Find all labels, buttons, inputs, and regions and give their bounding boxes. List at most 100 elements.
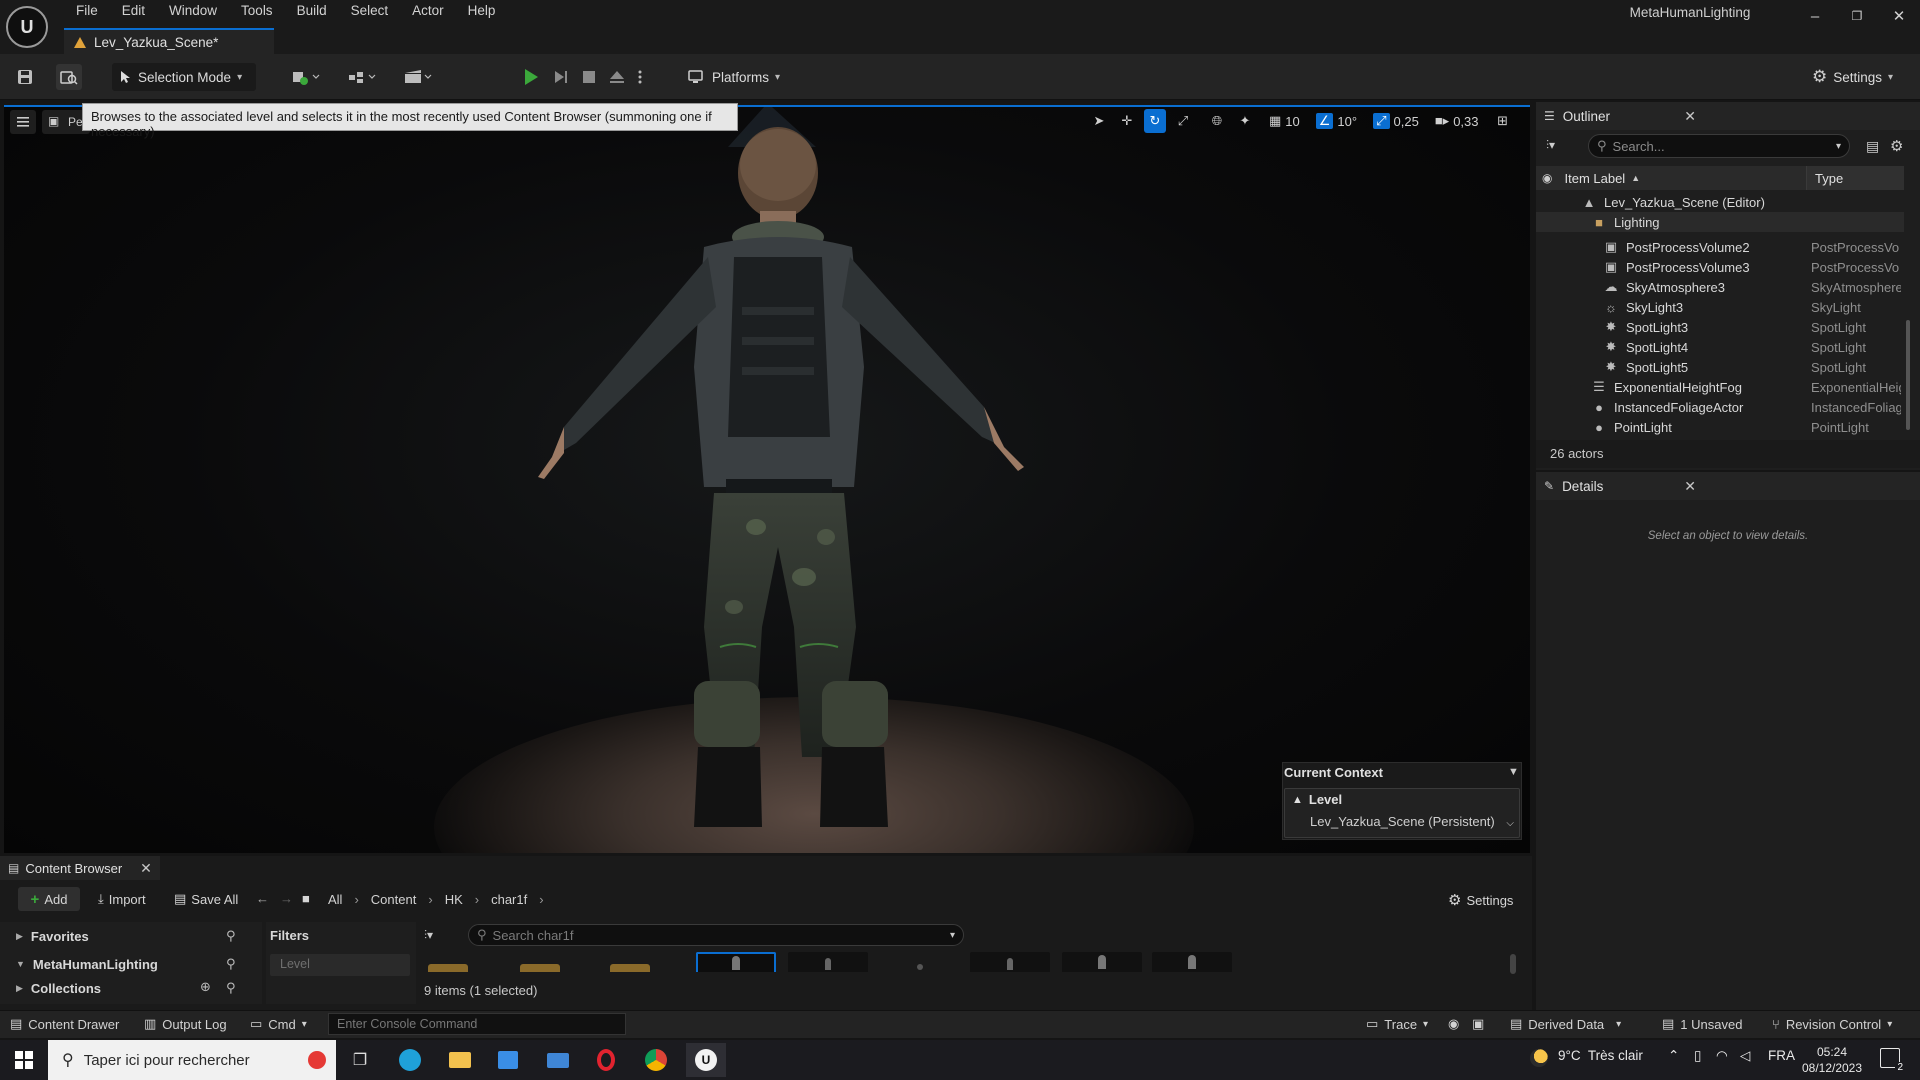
content-browser-settings-button[interactable]: ⚙ Settings [1448, 891, 1513, 909]
search-icon[interactable]: ⚲ [226, 956, 236, 972]
level-document-tab[interactable]: Lev_Yazkua_Scene* [64, 28, 274, 54]
outliner-row[interactable]: ▣ PostProcessVolume3 PostProcessVo [1536, 257, 1904, 277]
edge-icon[interactable] [392, 1046, 428, 1074]
chrome-icon[interactable] [638, 1046, 674, 1074]
outliner-row[interactable]: ▣ PostProcessVolume2 PostProcessVo [1536, 237, 1904, 257]
outliner-scrollbar[interactable] [1906, 320, 1910, 430]
breadcrumb-char1f[interactable]: char1f [491, 892, 527, 907]
chevron-right-icon[interactable]: › [475, 892, 479, 907]
outliner-row[interactable]: ✸ SpotLight4 SpotLight [1536, 337, 1904, 357]
asset-thumbnail-selected[interactable] [696, 952, 776, 972]
close-icon[interactable]: ✕ [140, 860, 152, 877]
select-tool-icon[interactable]: ➤ [1088, 109, 1110, 133]
close-icon[interactable]: ✕ [1878, 0, 1920, 32]
save-all-button[interactable]: ▤ Save All [174, 891, 238, 907]
surface-snap-icon[interactable]: ✦ [1234, 109, 1256, 133]
viewport-menu-button[interactable] [10, 110, 36, 134]
outliner-row[interactable]: ☰ ExponentialHeightFog ExponentialHeig [1536, 377, 1904, 397]
breadcrumb-content[interactable]: Content [371, 892, 417, 907]
windows-start-icon[interactable] [6, 1046, 42, 1074]
asset-thumbnail[interactable] [788, 952, 868, 972]
outliner-row[interactable]: ☼ SkyLight3 SkyLight [1536, 297, 1904, 317]
tray-chevron-up-icon[interactable]: ⌃ [1668, 1048, 1679, 1064]
console-input[interactable]: Enter Console Command [328, 1013, 626, 1035]
unreal-engine-task-icon[interactable]: U [686, 1043, 726, 1077]
weather-icon[interactable] [1530, 1049, 1548, 1067]
volume-icon[interactable]: ◁ [1740, 1048, 1750, 1064]
gear-icon[interactable]: ⚙ [1890, 137, 1903, 155]
details-tab[interactable]: ✎ Details ✕ [1536, 472, 1920, 500]
play-icon[interactable] [518, 64, 544, 90]
record-icon[interactable]: ◉ [1448, 1014, 1459, 1034]
filter-level-chip[interactable]: Level [270, 954, 410, 976]
grid-snap-toggle[interactable]: ▦ 10 [1266, 109, 1303, 133]
toolbar-settings-button[interactable]: ⚙ Settings ▾ [1812, 63, 1893, 91]
menu-tools[interactable]: Tools [229, 0, 285, 24]
weather-text[interactable]: 9°C Très clair [1558, 1048, 1643, 1063]
filter-icon[interactable]: ⫶▾ [424, 928, 433, 943]
project-section[interactable]: ▼ MetaHumanLighting [16, 954, 158, 974]
asset-thumbnail[interactable] [1152, 952, 1232, 972]
menu-build[interactable]: Build [285, 0, 339, 24]
unreal-logo-icon[interactable]: U [6, 6, 48, 48]
outliner-row-level[interactable]: ▲ Lev_Yazkua_Scene (Editor) [1536, 192, 1904, 212]
breadcrumb-all[interactable]: All [328, 892, 342, 907]
add-button[interactable]: + Add [18, 887, 80, 911]
stop-icon[interactable] [576, 64, 602, 90]
browse-level-icon[interactable] [56, 64, 82, 90]
asset-folder-thumbnail[interactable] [520, 964, 560, 972]
back-icon[interactable]: ← [256, 891, 269, 906]
level-viewport[interactable] [4, 105, 1530, 853]
outliner-search-input[interactable]: ⚲ Search... ▾ [1588, 134, 1850, 158]
close-icon[interactable]: ✕ [1684, 108, 1696, 125]
search-icon[interactable]: ⚲ [226, 980, 236, 996]
restore-icon[interactable]: ❐ [1836, 0, 1878, 32]
world-local-icon[interactable]: 🌐︎ [1206, 109, 1228, 133]
layout-icon[interactable]: ⊞ [1492, 109, 1514, 133]
collections-section[interactable]: ▶ Collections [16, 978, 101, 998]
save-icon[interactable] [12, 64, 38, 90]
cmd-dropdown[interactable]: ▭ Cmd ▾ [250, 1014, 307, 1034]
outliner-tab[interactable]: ☰ Outliner ✕ [1536, 102, 1920, 130]
outliner-row[interactable]: ✸ SpotLight3 SpotLight [1536, 317, 1904, 337]
asset-folder-thumbnail[interactable] [428, 964, 468, 972]
close-icon[interactable]: ✕ [1684, 478, 1696, 495]
mail-icon[interactable] [540, 1046, 576, 1074]
asset-thumbnail[interactable] [1062, 952, 1142, 972]
add-actor-icon[interactable] [286, 64, 326, 90]
rotate-tool-icon[interactable]: ↻ [1144, 109, 1166, 133]
output-log-button[interactable]: ▥ Output Log [144, 1014, 227, 1034]
asset-thumbnail[interactable] [880, 952, 960, 972]
camera-speed-button[interactable]: ■▸ 0,33 [1432, 109, 1482, 133]
menu-edit[interactable]: Edit [110, 0, 157, 24]
asset-folder-thumbnail[interactable] [610, 964, 650, 972]
import-button[interactable]: ⤓ Import [98, 891, 146, 907]
menu-window[interactable]: Window [157, 0, 229, 24]
content-scrollbar[interactable] [1510, 954, 1516, 974]
screenshot-icon[interactable]: ▣ [1472, 1014, 1484, 1034]
outliner-row[interactable]: ● PointLight PointLight [1536, 417, 1904, 437]
menu-select[interactable]: Select [339, 0, 401, 24]
filter-icon[interactable]: ⫶▾ [1546, 138, 1555, 153]
language-indicator[interactable]: FRA [1768, 1048, 1795, 1063]
translate-tool-icon[interactable]: ✛ [1116, 109, 1138, 133]
trace-dropdown[interactable]: ▭ Trace ▾ [1366, 1014, 1428, 1034]
content-browser-tab[interactable]: ▤ Content Browser ✕ [0, 856, 160, 880]
content-search-input[interactable]: ⚲ Search char1f ▾ [468, 924, 964, 946]
chevron-right-icon[interactable]: › [428, 892, 432, 907]
revision-control-button[interactable]: ⑂ Revision Control ▾ [1772, 1014, 1892, 1034]
column-type[interactable]: Type [1807, 166, 1904, 190]
menu-actor[interactable]: Actor [400, 0, 456, 24]
menu-help[interactable]: Help [456, 0, 508, 24]
minimize-icon[interactable]: – [1794, 0, 1836, 32]
clock[interactable]: 05:24 08/12/2023 [1800, 1044, 1864, 1076]
context-scene-dropdown[interactable]: Lev_Yazkua_Scene (Persistent) ⌵ [1310, 814, 1514, 829]
cinematics-icon[interactable] [398, 64, 438, 90]
file-explorer-icon[interactable] [442, 1046, 478, 1074]
more-options-icon[interactable] [632, 64, 648, 90]
store-icon[interactable] [490, 1046, 526, 1074]
blueprint-icon[interactable] [342, 64, 382, 90]
notification-icon[interactable]: 2 [1880, 1048, 1905, 1073]
derived-data-button[interactable]: ▤ Derived Data ▾ [1510, 1014, 1621, 1034]
chevron-down-icon[interactable]: ▼ [1508, 766, 1519, 778]
